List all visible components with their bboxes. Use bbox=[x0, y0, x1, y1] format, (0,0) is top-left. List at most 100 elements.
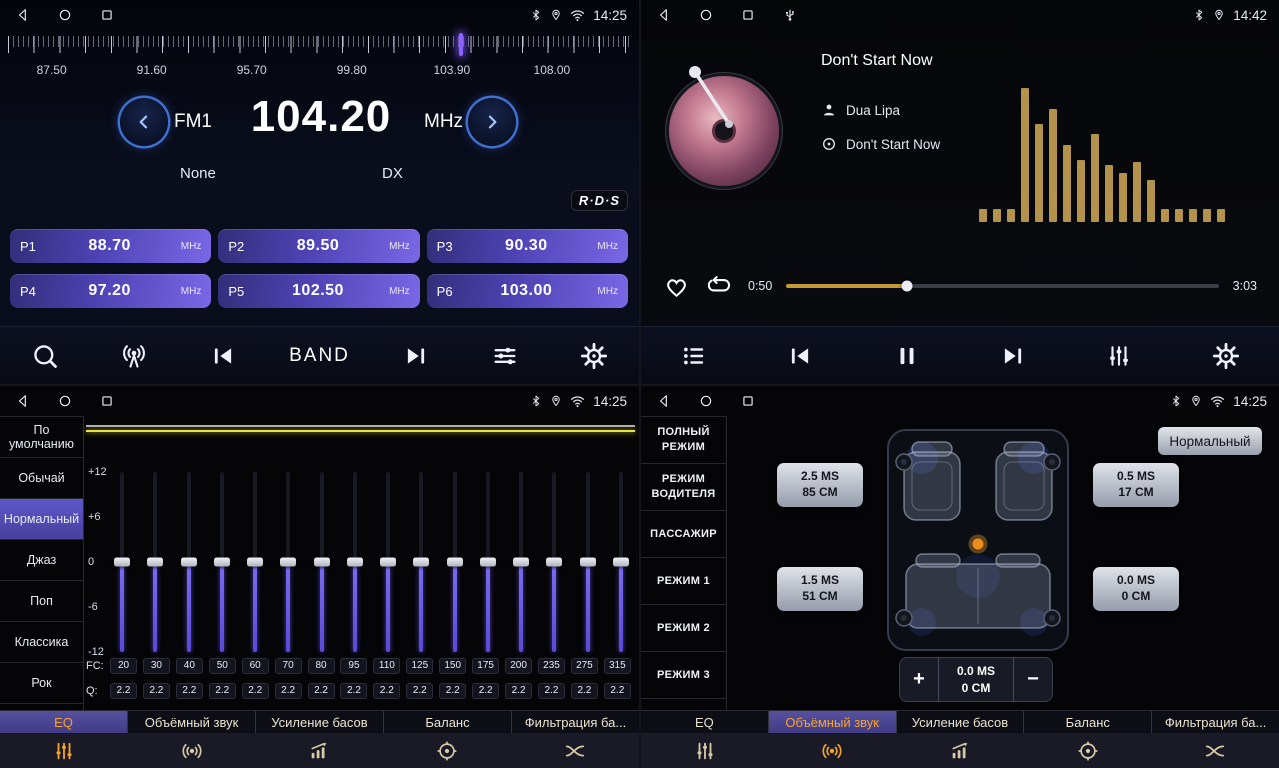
settings-button[interactable] bbox=[1203, 334, 1249, 378]
tab-eq[interactable]: EQ bbox=[641, 711, 769, 733]
q-value-chip[interactable]: 2.2 bbox=[571, 683, 598, 699]
sound-mode-item[interactable]: ПОЛНЫЙ РЕЖИМ bbox=[641, 417, 726, 464]
eq-band-slider[interactable] bbox=[511, 472, 531, 652]
eq-band-slider[interactable] bbox=[411, 472, 431, 652]
q-value-chip[interactable]: 2.2 bbox=[505, 683, 532, 699]
eq-band-slider[interactable] bbox=[378, 472, 398, 652]
eq-slider-handle[interactable] bbox=[413, 558, 429, 567]
q-value-chip[interactable]: 2.2 bbox=[308, 683, 335, 699]
q-value-chip[interactable]: 2.2 bbox=[340, 683, 367, 699]
tab-surround-sound[interactable]: Объёмный звук bbox=[128, 711, 256, 733]
eq-band-slider[interactable] bbox=[179, 472, 199, 652]
front-left-delay-chip[interactable]: 2.5 MS 85 CM bbox=[777, 463, 863, 507]
crossover-filter-icon[interactable] bbox=[511, 733, 639, 768]
q-value-chip[interactable]: 2.2 bbox=[143, 683, 170, 699]
radio-preset-p3[interactable]: P390.30MHz bbox=[427, 229, 628, 263]
radio-preset-p4[interactable]: P497.20MHz bbox=[10, 274, 211, 308]
radio-preset-p2[interactable]: P289.50MHz bbox=[218, 229, 419, 263]
home-button[interactable] bbox=[699, 394, 713, 408]
eq-slider-handle[interactable] bbox=[613, 558, 629, 567]
fc-value-chip[interactable]: 30 bbox=[143, 658, 170, 674]
eq-preset-item[interactable]: Джаз bbox=[0, 540, 83, 581]
fc-value-chip[interactable]: 60 bbox=[242, 658, 269, 674]
eq-band-slider[interactable] bbox=[611, 472, 631, 652]
home-button[interactable] bbox=[699, 8, 713, 22]
eq-band-slider[interactable] bbox=[245, 472, 265, 652]
q-value-chip[interactable]: 2.2 bbox=[373, 683, 400, 699]
rear-left-delay-chip[interactable]: 1.5 MS 51 CM bbox=[777, 567, 863, 611]
broadcast-button[interactable] bbox=[111, 334, 157, 378]
fc-value-chip[interactable]: 200 bbox=[505, 658, 532, 674]
frequency-ruler[interactable] bbox=[8, 36, 631, 58]
fc-value-chip[interactable]: 125 bbox=[406, 658, 433, 674]
fc-value-chip[interactable]: 70 bbox=[275, 658, 302, 674]
sound-mode-item[interactable]: РЕЖИМ 1 bbox=[641, 558, 726, 605]
fc-value-chip[interactable]: 275 bbox=[571, 658, 598, 674]
eq-slider-handle[interactable] bbox=[114, 558, 130, 567]
radio-preset-p6[interactable]: P6103.00MHz bbox=[427, 274, 628, 308]
tab-filter[interactable]: Фильтрация ба... bbox=[1152, 711, 1279, 733]
home-button[interactable] bbox=[58, 8, 72, 22]
eq-band-slider[interactable] bbox=[212, 472, 232, 652]
bass-boost-icon[interactable] bbox=[896, 733, 1024, 768]
rear-right-delay-chip[interactable]: 0.0 MS 0 CM bbox=[1093, 567, 1179, 611]
recents-button[interactable] bbox=[100, 394, 114, 408]
eq-preset-item[interactable]: По умолчанию bbox=[0, 417, 83, 458]
eq-band-slider[interactable] bbox=[278, 472, 298, 652]
delay-increase-button[interactable]: + bbox=[900, 668, 938, 691]
fc-value-chip[interactable]: 40 bbox=[176, 658, 203, 674]
eq-band-slider[interactable] bbox=[145, 472, 165, 652]
eq-slider-handle[interactable] bbox=[280, 558, 296, 567]
fc-value-chip[interactable]: 175 bbox=[472, 658, 499, 674]
progress-bar[interactable] bbox=[786, 284, 1218, 288]
tab-eq[interactable]: EQ bbox=[0, 711, 128, 733]
fc-value-chip[interactable]: 235 bbox=[538, 658, 565, 674]
q-value-chip[interactable]: 2.2 bbox=[472, 683, 499, 699]
eq-sliders-icon[interactable] bbox=[641, 733, 769, 768]
q-value-chip[interactable]: 2.2 bbox=[209, 683, 236, 699]
settings-button[interactable] bbox=[571, 334, 617, 378]
sound-mode-item[interactable]: РЕЖИМ 2 bbox=[641, 605, 726, 652]
tab-bass-boost[interactable]: Усиление басов bbox=[897, 711, 1025, 733]
fc-value-chip[interactable]: 20 bbox=[110, 658, 137, 674]
back-button[interactable] bbox=[16, 394, 30, 408]
fc-value-chip[interactable]: 110 bbox=[373, 658, 400, 674]
back-button[interactable] bbox=[657, 8, 671, 22]
recents-button[interactable] bbox=[741, 394, 755, 408]
eq-slider-handle[interactable] bbox=[546, 558, 562, 567]
fc-value-chip[interactable]: 80 bbox=[308, 658, 335, 674]
eq-slider-handle[interactable] bbox=[147, 558, 163, 567]
eq-preset-item[interactable]: Нормальный bbox=[0, 499, 83, 540]
eq-slider-handle[interactable] bbox=[214, 558, 230, 567]
previous-station-button[interactable] bbox=[200, 334, 246, 378]
back-button[interactable] bbox=[657, 394, 671, 408]
playlist-button[interactable] bbox=[671, 334, 717, 378]
eq-band-slider[interactable] bbox=[544, 472, 564, 652]
eq-band-slider[interactable] bbox=[478, 472, 498, 652]
eq-slider-handle[interactable] bbox=[480, 558, 496, 567]
eq-band-slider[interactable] bbox=[578, 472, 598, 652]
car-cabin-diagram[interactable] bbox=[882, 426, 1074, 654]
eq-band-slider[interactable] bbox=[445, 472, 465, 652]
radio-preset-p1[interactable]: P188.70MHz bbox=[10, 229, 211, 263]
surround-sound-icon[interactable] bbox=[769, 733, 897, 768]
eq-preset-item[interactable]: Классика bbox=[0, 622, 83, 663]
surround-sound-icon[interactable] bbox=[128, 733, 256, 768]
scan-button[interactable] bbox=[22, 334, 68, 378]
listening-position-dot[interactable] bbox=[973, 539, 984, 550]
eq-band-slider[interactable] bbox=[112, 472, 132, 652]
previous-track-button[interactable] bbox=[777, 334, 823, 378]
frequency-indicator[interactable] bbox=[459, 33, 463, 56]
q-value-chip[interactable]: 2.2 bbox=[275, 683, 302, 699]
tab-filter[interactable]: Фильтрация ба... bbox=[512, 711, 639, 733]
eq-preset-item[interactable]: Обычай bbox=[0, 458, 83, 499]
pause-button[interactable] bbox=[884, 334, 930, 378]
fc-value-chip[interactable]: 50 bbox=[209, 658, 236, 674]
eq-band-slider[interactable] bbox=[345, 472, 365, 652]
eq-slider-handle[interactable] bbox=[447, 558, 463, 567]
favorite-button[interactable] bbox=[663, 273, 690, 300]
progress-knob[interactable] bbox=[902, 281, 913, 292]
tab-surround-sound[interactable]: Объёмный звук bbox=[769, 711, 897, 733]
eq-slider-handle[interactable] bbox=[347, 558, 363, 567]
eq-preset-item[interactable]: Поп bbox=[0, 581, 83, 622]
